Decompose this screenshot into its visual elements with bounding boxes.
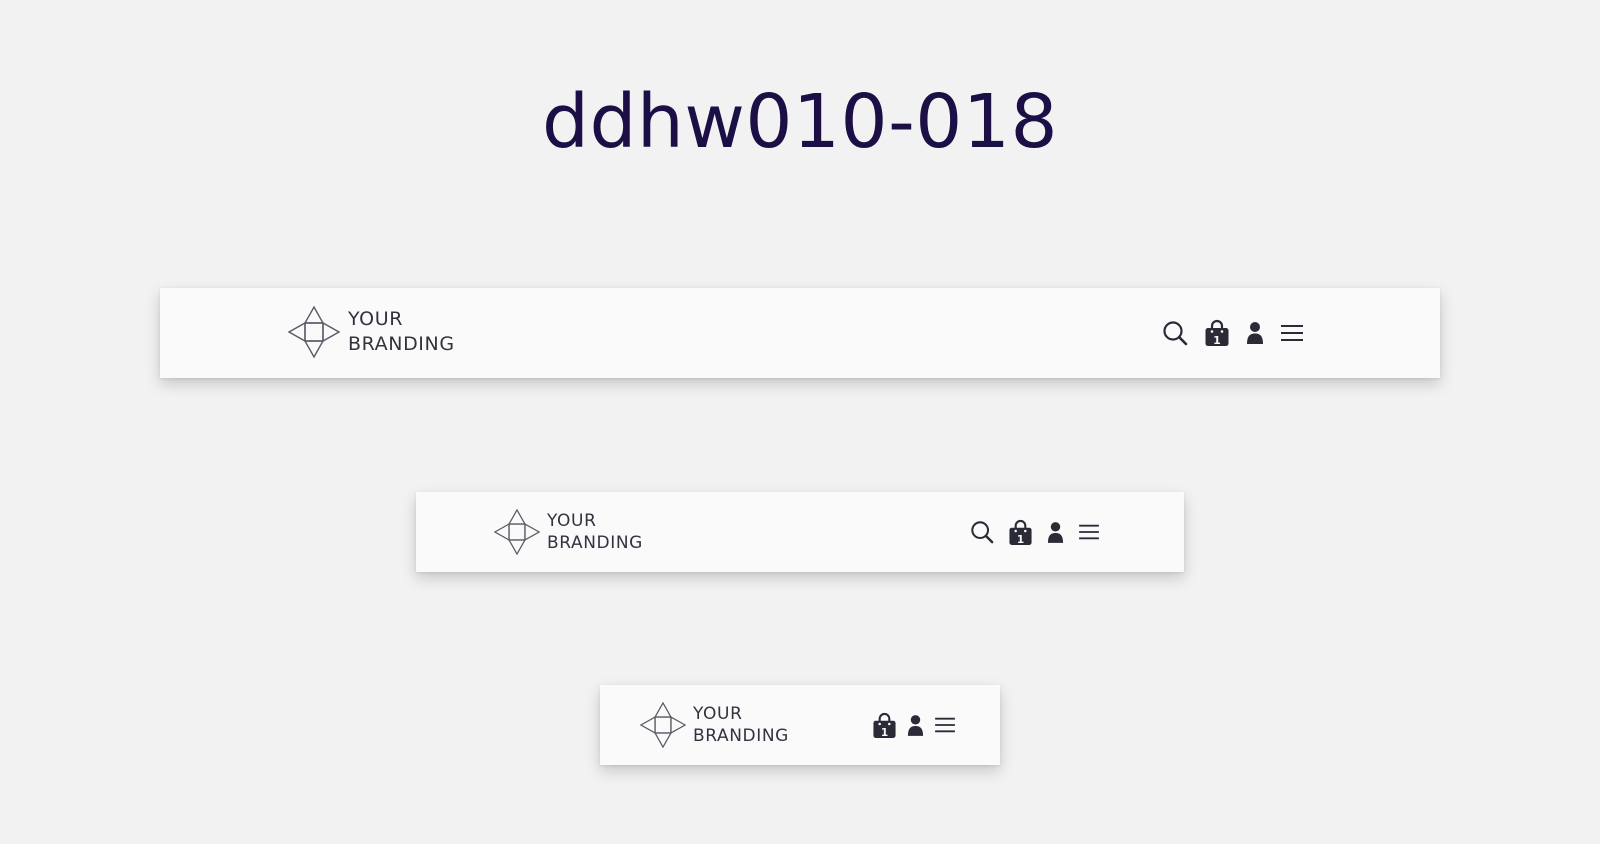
header-actions: 1: [872, 711, 956, 739]
user-icon[interactable]: [1047, 521, 1064, 544]
brand-logo-link[interactable]: YOUR BRANDING: [640, 702, 789, 748]
page-title: ddhw010-018: [541, 79, 1059, 165]
menu-icon[interactable]: [1078, 523, 1100, 541]
user-icon[interactable]: [1246, 321, 1264, 345]
shopping-bag-icon[interactable]: 1: [872, 712, 897, 739]
brand-line-2: BRANDING: [693, 726, 789, 746]
diamond-arrows-logo-icon: [494, 509, 540, 555]
header-actions: 1: [970, 518, 1100, 546]
shopping-bag-icon[interactable]: 1: [1008, 519, 1033, 546]
brand-logo-link[interactable]: YOUR BRANDING: [288, 306, 455, 358]
brand-name: YOUR BRANDING: [547, 510, 643, 554]
menu-icon[interactable]: [1280, 323, 1304, 343]
brand-logo-link[interactable]: YOUR BRANDING: [494, 509, 643, 555]
brand-line-2: BRANDING: [547, 533, 643, 553]
shopping-bag-icon[interactable]: 1: [1204, 319, 1230, 347]
diamond-arrows-logo-icon: [640, 702, 686, 748]
brand-line-1: YOUR: [348, 308, 404, 331]
navbar-small: YOUR BRANDING 1: [600, 685, 1000, 765]
search-icon[interactable]: [1162, 320, 1188, 346]
brand-line-1: YOUR: [693, 703, 743, 724]
brand-name: YOUR BRANDING: [693, 703, 789, 747]
brand-line-1: YOUR: [547, 510, 597, 531]
navbar-medium: YOUR BRANDING 1: [416, 492, 1184, 572]
header-actions: 1: [1162, 318, 1304, 348]
diamond-arrows-logo-icon: [288, 306, 340, 358]
cart-count-badge: 1: [881, 727, 888, 739]
navbar-large: YOUR BRANDING 1: [160, 288, 1440, 378]
cart-count-badge: 1: [1213, 334, 1221, 347]
menu-icon[interactable]: [934, 716, 956, 734]
user-icon[interactable]: [907, 714, 924, 737]
search-icon[interactable]: [970, 520, 994, 544]
cart-count-badge: 1: [1017, 534, 1024, 546]
brand-line-2: BRANDING: [348, 333, 455, 355]
brand-name: YOUR BRANDING: [348, 307, 455, 356]
